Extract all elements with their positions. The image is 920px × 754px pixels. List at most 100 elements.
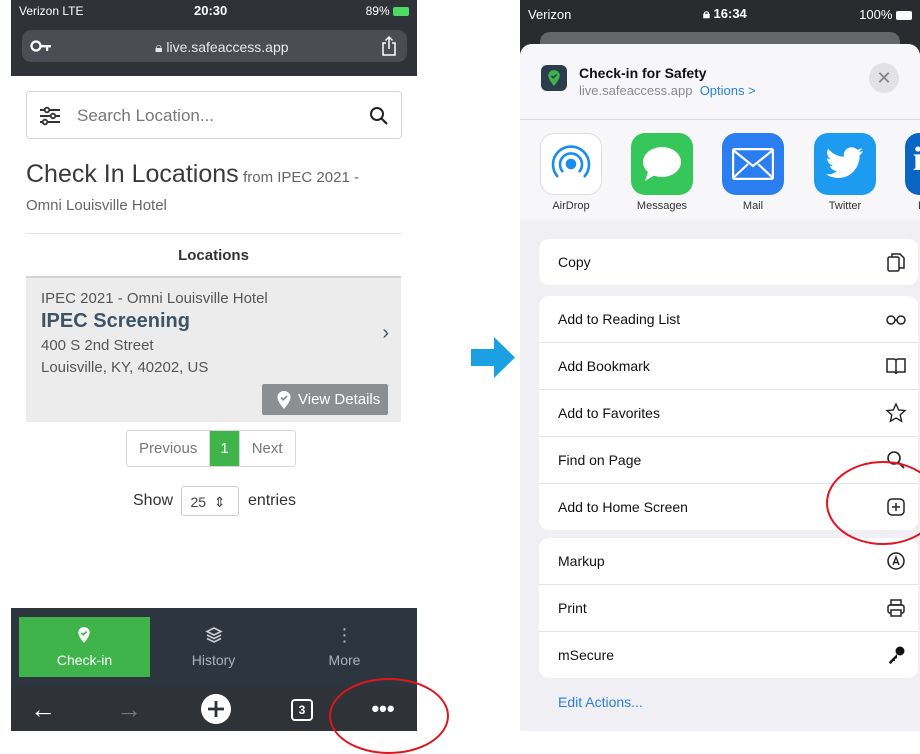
- share-title: Check-in for Safety: [579, 65, 707, 81]
- new-tab-button[interactable]: [186, 687, 246, 731]
- action-label: Add to Favorites: [558, 405, 660, 421]
- vertical-dots-icon: ⋮: [335, 625, 354, 645]
- page-title-event: from IPEC 2021 -: [243, 169, 359, 186]
- left-phone-screen: Verizon LTE 20:30 89% 🔒︎ live.safeaccess…: [11, 0, 417, 731]
- action-copy-label: Copy: [558, 254, 591, 270]
- book-icon: [886, 358, 906, 375]
- battery-icon: [896, 11, 912, 21]
- location-address-line2: Louisville, KY, 40202, US: [41, 359, 209, 376]
- options-link[interactable]: Options >: [700, 83, 756, 98]
- linkedin-icon: i: [913, 141, 920, 178]
- search-input[interactable]: [75, 104, 359, 128]
- browser-url-bar: 🔒︎ live.safeaccess.app: [11, 21, 417, 76]
- arrow-right-icon: [471, 337, 515, 378]
- share-app-linkedin[interactable]: i: [905, 133, 920, 195]
- close-icon: ✕: [876, 68, 892, 88]
- highlight-circle-more: [329, 678, 449, 754]
- location-card[interactable]: IPEC 2021 - Omni Louisville Hotel IPEC S…: [26, 278, 401, 422]
- action-copy[interactable]: Copy: [539, 239, 918, 285]
- layers-icon: [205, 627, 223, 643]
- pagination-next[interactable]: Next: [238, 431, 295, 466]
- location-check-icon: [548, 70, 560, 86]
- app-icon: [541, 65, 567, 91]
- share-subtitle: live.safeaccess.app Options >: [579, 83, 756, 98]
- battery-icon: [393, 7, 409, 17]
- page-title: Check In Locations from IPEC 2021 - Omni…: [26, 155, 406, 219]
- close-button[interactable]: ✕: [869, 63, 899, 93]
- location-name[interactable]: IPEC Screening: [41, 310, 190, 333]
- location-check-icon: [78, 627, 90, 643]
- tabs-count: 3: [291, 699, 313, 721]
- mail-icon: [732, 148, 774, 180]
- pagination-current-page[interactable]: 1: [210, 431, 239, 466]
- forward-arrow-icon[interactable]: →: [99, 687, 159, 731]
- battery-label: 100%: [859, 7, 912, 22]
- airdrop-icon: [551, 145, 591, 178]
- share-app-mail[interactable]: [722, 133, 784, 195]
- star-icon: [885, 402, 907, 423]
- pagination-previous[interactable]: Previous: [127, 431, 211, 466]
- url-field[interactable]: 🔒︎ live.safeaccess.app: [22, 30, 407, 62]
- share-app-twitter-label: Twitter: [828, 200, 862, 212]
- edit-actions-link[interactable]: Edit Actions...: [558, 694, 643, 710]
- share-app-messages[interactable]: [631, 133, 693, 195]
- action-label: Find on Page: [558, 452, 642, 468]
- action-label: Add Bookmark: [558, 358, 650, 374]
- action-label: Markup: [558, 553, 605, 569]
- action-add-bookmark[interactable]: Add Bookmark: [539, 343, 918, 390]
- share-sheet: Check-in for Safety live.safeaccess.app …: [520, 44, 920, 731]
- messages-icon: [643, 147, 681, 181]
- app-bottom-nav: Check-in History ⋮ More: [11, 608, 417, 687]
- clock: 20:30: [194, 3, 228, 18]
- nav-check-in-label: Check-in: [56, 652, 113, 668]
- chevron-right-icon[interactable]: ›: [382, 322, 389, 345]
- nav-history-label: History: [191, 652, 236, 668]
- right-phone-screen: Verizon 🔒︎ 16:34 100% Check-in for Safet…: [520, 0, 920, 731]
- share-app-linkedin-label: L: [896, 200, 920, 212]
- view-details-label: View Details: [298, 391, 381, 408]
- back-arrow-icon[interactable]: ←: [13, 687, 73, 731]
- carrier-label: Verizon: [528, 7, 572, 22]
- action-label: Add to Home Screen: [558, 499, 688, 515]
- show-entries: Show 25 ⇕︎ entries: [133, 485, 296, 517]
- action-add-to-reading-list[interactable]: Add to Reading List: [539, 296, 918, 343]
- search-icon[interactable]: [369, 106, 389, 126]
- key-icon: [889, 646, 905, 664]
- nav-history[interactable]: History: [148, 617, 279, 677]
- show-entries-suffix: entries: [247, 492, 296, 509]
- status-bar: Verizon LTE 20:30 89%: [11, 0, 417, 21]
- nav-check-in[interactable]: Check-in: [19, 617, 150, 677]
- markup-icon: [887, 552, 905, 570]
- share-icon[interactable]: [381, 36, 397, 56]
- share-app-mail-label: Mail: [742, 200, 764, 212]
- tabs-button[interactable]: 3: [271, 687, 331, 731]
- printer-icon: [887, 599, 905, 617]
- action-add-to-favorites[interactable]: Add to Favorites: [539, 390, 918, 437]
- nav-more[interactable]: ⋮ More: [279, 617, 410, 677]
- action-markup[interactable]: Markup: [539, 538, 918, 585]
- share-app-airdrop[interactable]: [540, 133, 602, 195]
- twitter-icon: [826, 147, 863, 178]
- share-app-twitter[interactable]: [814, 133, 876, 195]
- key-icon[interactable]: [30, 38, 52, 54]
- actions-group-extensions: Markup Print mSecure: [539, 538, 918, 678]
- share-app-messages-label: Messages: [636, 200, 688, 212]
- pagination: Previous 1 Next: [126, 430, 296, 467]
- page-title-venue: Omni Louisville Hotel: [26, 196, 167, 214]
- view-details-button[interactable]: View Details: [262, 384, 388, 415]
- url-text[interactable]: 🔒︎ live.safeaccess.app: [155, 39, 289, 56]
- action-label: mSecure: [558, 647, 615, 663]
- nav-more-label: More: [328, 652, 361, 668]
- action-print[interactable]: Print: [539, 585, 918, 632]
- page-title-main: Check In Locations: [26, 160, 239, 188]
- glasses-icon: [886, 315, 906, 325]
- copy-icon: [887, 253, 905, 272]
- search-box[interactable]: [26, 91, 402, 139]
- carrier-label: Verizon LTE: [19, 4, 84, 18]
- action-msecure[interactable]: mSecure: [539, 632, 918, 678]
- action-label: Add to Reading List: [558, 311, 681, 327]
- filter-icon[interactable]: [39, 106, 61, 126]
- entries-select[interactable]: 25 ⇕︎: [181, 485, 240, 516]
- status-bar: Verizon 🔒︎ 16:34 100%: [520, 0, 920, 26]
- share-app-airdrop-label: AirDrop: [552, 200, 590, 212]
